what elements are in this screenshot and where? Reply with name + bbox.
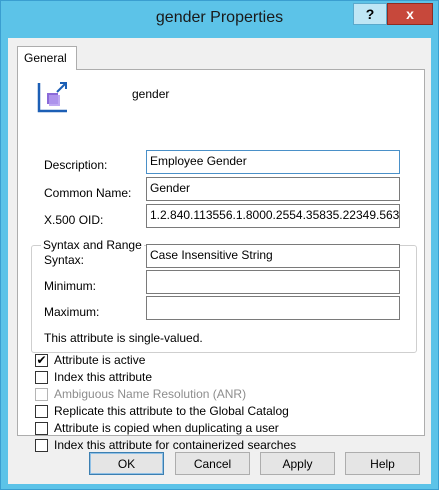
minimum-label: Minimum: — [44, 279, 97, 293]
syntax-range-title: Syntax and Range — [41, 238, 144, 252]
maximum-field[interactable] — [146, 296, 400, 320]
help-title-button[interactable]: ? — [353, 3, 387, 25]
checkbox-box[interactable] — [35, 421, 48, 435]
index-attribute-checkbox[interactable]: Index this attribute — [35, 370, 152, 384]
checkbox-box[interactable]: ✔ — [35, 353, 48, 367]
maximum-label: Maximum: — [44, 305, 100, 319]
attribute-name: gender — [132, 87, 170, 101]
checkbox-label: Attribute is copied when duplicating a u… — [54, 421, 279, 435]
containerized-search-checkbox[interactable]: Index this attribute for containerized s… — [35, 438, 296, 452]
apply-button[interactable]: Apply — [260, 452, 335, 475]
syntax-field[interactable]: Case Insensitive String — [146, 244, 400, 268]
description-label: Description: — [44, 158, 108, 172]
checkbox-box[interactable] — [35, 387, 48, 401]
checkbox-label: Index this attribute — [54, 370, 153, 384]
oid-label: X.500 OID: — [44, 213, 104, 227]
minimum-field[interactable] — [146, 270, 400, 294]
ok-button[interactable]: OK — [89, 452, 164, 475]
cancel-button[interactable]: Cancel — [175, 452, 250, 475]
checkbox-box[interactable] — [35, 438, 48, 452]
anr-checkbox[interactable]: Ambiguous Name Resolution (ANR) — [35, 387, 246, 401]
single-valued-note: This attribute is single-valued. — [44, 331, 203, 345]
common-name-field[interactable]: Gender — [146, 177, 400, 201]
dialog-body: General gender Description: Employee Gen… — [8, 38, 431, 484]
checkbox-label: Replicate this attribute to the Global C… — [54, 404, 289, 418]
properties-dialog: gender Properties ? x General gender Des… — [0, 0, 439, 490]
checkbox-box[interactable] — [35, 370, 48, 384]
description-field[interactable]: Employee Gender — [146, 150, 400, 174]
copy-on-duplicate-checkbox[interactable]: Attribute is copied when duplicating a u… — [35, 421, 279, 435]
checkbox-box[interactable] — [35, 404, 48, 418]
help-button[interactable]: Help — [345, 452, 420, 475]
checkbox-label: Ambiguous Name Resolution (ANR) — [54, 387, 247, 401]
common-name-label: Common Name: — [44, 186, 132, 200]
checkbox-label: Index this attribute for containerized s… — [54, 438, 297, 452]
replicate-global-catalog-checkbox[interactable]: Replicate this attribute to the Global C… — [35, 404, 289, 418]
attribute-icon — [37, 82, 67, 113]
syntax-label: Syntax: — [44, 253, 85, 267]
close-button[interactable]: x — [387, 3, 433, 25]
title-bar[interactable]: gender Properties ? x — [1, 1, 438, 38]
tab-general[interactable]: General — [17, 46, 77, 70]
general-tab-panel: gender Description: Employee Gender Comm… — [17, 69, 425, 452]
checkbox-label: Attribute is active — [54, 353, 146, 367]
oid-field[interactable]: 1.2.840.113556.1.8000.2554.35835.22349.5… — [146, 204, 400, 228]
attribute-active-checkbox[interactable]: ✔ Attribute is active — [35, 353, 145, 367]
